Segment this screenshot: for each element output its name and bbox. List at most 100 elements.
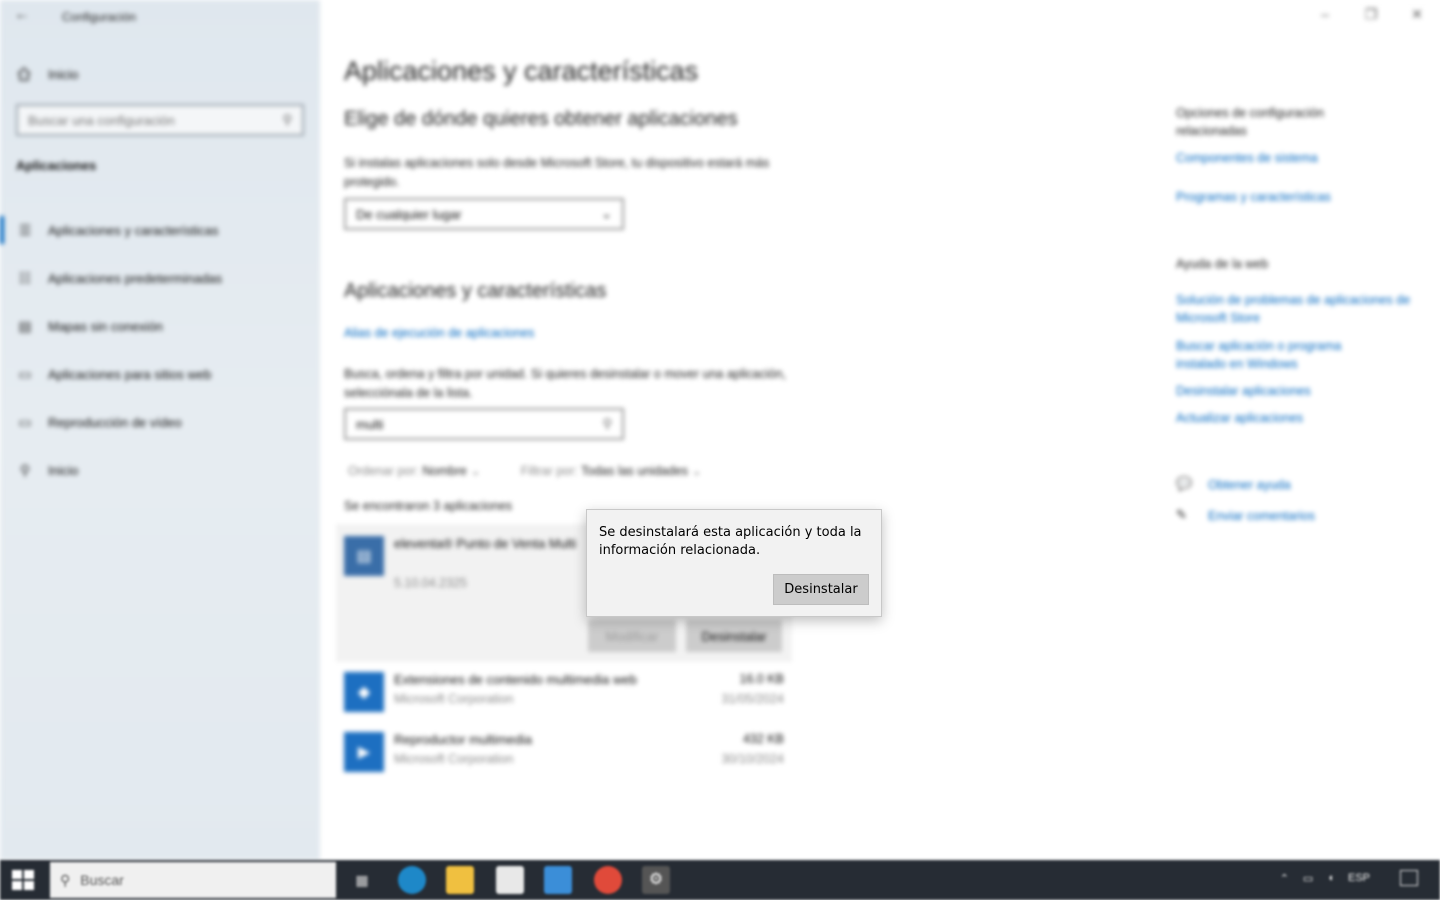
sidebar-nav-label: Reproducción de vídeo (48, 414, 182, 430)
video-icon: ▭ (18, 414, 32, 430)
settings-search-box[interactable]: ⚲ (16, 104, 304, 136)
popup-message: Se desinstalará esta aplicación y toda l… (599, 525, 862, 558)
app-search-input[interactable] (356, 416, 603, 432)
default-apps-icon: ☷ (18, 270, 32, 286)
sidebar-nav: ☰ Aplicaciones y características ☷ Aplicaci… (0, 206, 320, 494)
search-icon: ⚲ (602, 416, 612, 431)
web-help-heading: Ayuda de la web (1176, 257, 1269, 271)
help-link[interactable]: Buscar aplicación o programa instalado e… (1176, 337, 1376, 373)
minimize-button[interactable]: – (1302, 6, 1348, 26)
filter-value: Todas las unidades (581, 464, 689, 478)
taskbar-search-box[interactable]: ⚲ Buscar (50, 862, 336, 898)
sidebar-nav-item[interactable]: ▭ Aplicaciones para sitios web (0, 350, 320, 398)
sidebar-nav-label: Aplicaciones para sitios web (48, 366, 212, 382)
mail-icon[interactable] (544, 866, 572, 894)
media-player-icon: ▶ (344, 732, 384, 772)
get-help-icon: 💬 (1176, 476, 1193, 491)
app-date: 31/05/2024 (721, 692, 784, 706)
search-icon: ⚲ (60, 871, 71, 888)
back-arrow-icon[interactable]: ← (14, 6, 30, 24)
app-search-box[interactable]: ⚲ (344, 408, 624, 440)
main-content: – ❐ ✕ Aplicaciones y características Eli… (320, 0, 1440, 860)
help-link[interactable]: Actualizar aplicaciones (1176, 409, 1303, 427)
system-tray: ⌃ ▭ ◖ ESP (1280, 872, 1370, 885)
close-button[interactable]: ✕ (1394, 6, 1440, 26)
volume-icon[interactable]: ◖ (1327, 872, 1334, 885)
settings-search-input[interactable] (28, 112, 283, 128)
alias-link[interactable]: Alias de ejecución de aplicaciones (344, 326, 534, 340)
app-publisher: Microsoft Corporation (394, 692, 514, 706)
app-date: 30/10/2024 (721, 752, 784, 766)
help-link[interactable]: Desinstalar aplicaciones (1176, 382, 1311, 400)
sidebar-nav-item[interactable]: ▤ Mapas sin conexión (0, 302, 320, 350)
sidebar-nav-item[interactable]: ▭ Reproducción de vídeo (0, 398, 320, 446)
modify-button[interactable]: Modificar (588, 620, 676, 652)
startup-icon: ⚲ (19, 462, 31, 478)
app-name: Reproductor multimedia (394, 732, 533, 747)
edge-browser-icon[interactable] (398, 866, 426, 894)
maximize-button[interactable]: ❐ (1348, 6, 1394, 26)
media-extensions-icon: ◆ (344, 672, 384, 712)
store-icon[interactable] (496, 866, 524, 894)
filter-dropdown[interactable]: Filtrar por: Todas las unidades ⌄ (521, 463, 702, 478)
sidebar-section-title: Aplicaciones (16, 158, 97, 173)
chrome-browser-icon[interactable] (594, 866, 622, 894)
sidebar-nav-item[interactable]: ☰ Aplicaciones y características (0, 206, 320, 254)
uninstall-button[interactable]: Desinstalar (686, 620, 782, 652)
page-title: Aplicaciones y características (344, 56, 699, 86)
app-list-item[interactable]: ◆ Extensiones de contenido multimedia we… (344, 670, 784, 714)
feedback-link[interactable]: Enviar comentarios (1208, 507, 1315, 525)
app-name: eleventa® Punto de Venta Multi (394, 536, 577, 551)
sidebar-nav-label: Aplicaciones predeterminadas (48, 270, 223, 286)
eleventa-app-icon: ▤ (344, 536, 384, 576)
language-indicator[interactable]: ESP (1348, 872, 1370, 885)
app-name: Extensiones de contenido multimedia web (394, 672, 637, 687)
sort-dropdown[interactable]: Ordenar por: Nombre ⌄ (348, 463, 481, 478)
related-settings-heading: Opciones de configuración relacionadas (1176, 106, 1325, 138)
search-icon: ⚲ (282, 112, 292, 127)
related-link[interactable]: Componentes de sistema (1176, 149, 1318, 167)
get-help-link[interactable]: Obtener ayuda (1208, 476, 1291, 494)
apps-heading: Aplicaciones y características (344, 280, 607, 302)
sidebar-nav-item[interactable]: ☷ Aplicaciones predeterminadas (0, 254, 320, 302)
source-heading: Elige de dónde quieres obtener aplicacio… (344, 108, 738, 130)
help-link[interactable]: Solución de problemas de aplicaciones de… (1176, 291, 1421, 327)
sidebar-nav-label: Inicio (48, 462, 79, 478)
app-size: 432 KB (742, 732, 784, 746)
network-icon[interactable]: ▭ (1303, 872, 1313, 885)
map-icon: ▤ (18, 318, 32, 334)
window-title: Configuración (62, 10, 137, 24)
taskbar-search-label: Buscar (80, 872, 124, 888)
app-publisher: Microsoft Corporation (394, 752, 514, 766)
app-size: 16.0 KB (739, 672, 784, 686)
app-list-item[interactable]: ▶ Reproductor multimedia Microsoft Corpo… (344, 730, 784, 774)
sidebar-nav-item[interactable]: ⚲ Inicio (0, 446, 320, 494)
sidebar: ← Configuración Inicio ⚲ Aplicaciones ☰ A… (0, 0, 320, 860)
sidebar-nav-label: Mapas sin conexión (48, 318, 163, 334)
chevron-down-icon: ⌄ (691, 464, 702, 478)
sort-filter-row: Ordenar por: Nombre ⌄ Filtrar por: Todas… (348, 463, 702, 478)
task-view-icon[interactable]: ▦ (348, 866, 376, 894)
file-explorer-icon[interactable] (446, 866, 474, 894)
windows-start-icon[interactable] (12, 870, 34, 890)
tray-chevron-up-icon[interactable]: ⌃ (1280, 872, 1289, 885)
filter-label: Filtrar por: (520, 464, 578, 478)
sort-label: Ordenar por: (348, 464, 419, 478)
notifications-icon[interactable] (1400, 870, 1418, 886)
source-dropdown[interactable]: De cualquier lugar ⌄ (344, 198, 624, 230)
apps-list-icon: ☰ (18, 222, 32, 238)
settings-gear-icon[interactable]: ⚙ (642, 866, 670, 894)
confirm-uninstall-button[interactable]: Desinstalar (773, 574, 869, 605)
taskbar: ⚲ Buscar ▦ ⚙ ⌃ ▭ ◖ ESP (0, 860, 1440, 900)
source-dropdown-value: De cualquier lugar (356, 206, 462, 222)
related-link[interactable]: Programas y características (1176, 188, 1331, 206)
home-nav-item[interactable]: Inicio (16, 62, 78, 86)
sort-value: Nombre (422, 464, 467, 478)
sidebar-nav-label: Aplicaciones y características (48, 222, 219, 238)
home-label: Inicio (48, 66, 79, 82)
web-apps-icon: ▭ (18, 366, 32, 382)
chevron-down-icon: ⌄ (601, 206, 612, 221)
feedback-icon: ✎ (1176, 507, 1187, 522)
home-icon (16, 66, 32, 82)
uninstall-confirm-popup: Se desinstalará esta aplicación y toda l… (586, 509, 882, 617)
